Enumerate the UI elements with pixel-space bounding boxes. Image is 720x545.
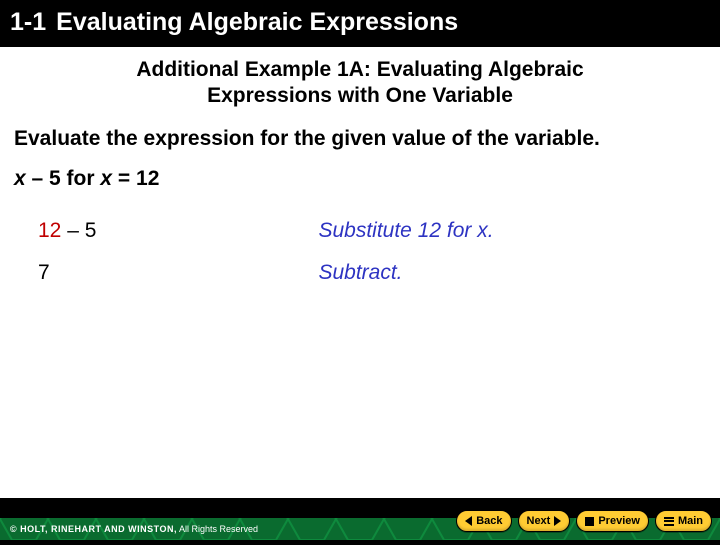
copyright-brand: © HOLT, RINEHART AND WINSTON, bbox=[10, 524, 177, 534]
step-explanation: Substitute 12 for x. bbox=[318, 215, 706, 257]
menu-icon bbox=[664, 517, 674, 526]
problem-statement: x – 5 for x = 12 bbox=[14, 167, 706, 191]
chevron-right-icon bbox=[554, 516, 561, 526]
next-button[interactable]: Next bbox=[518, 510, 571, 532]
problem-var-x1: x bbox=[14, 167, 26, 190]
slide-footer: © HOLT, RINEHART AND WINSTON, All Rights… bbox=[0, 498, 720, 540]
main-label: Main bbox=[678, 515, 703, 527]
chevron-left-icon bbox=[465, 516, 472, 526]
instruction-text: Evaluate the expression for the given va… bbox=[14, 126, 706, 151]
step-rest: – 5 bbox=[61, 219, 96, 242]
step-rest: 7 bbox=[38, 261, 50, 284]
main-button[interactable]: Main bbox=[655, 510, 712, 532]
copyright-rest: All Rights Reserved bbox=[177, 524, 258, 534]
step-expression: 12 – 5 bbox=[14, 215, 318, 257]
problem-text-suffix: = 12 bbox=[112, 167, 159, 190]
example-title-line1: Additional Example 1A: Evaluating Algebr… bbox=[136, 58, 583, 81]
example-title-line2: Expressions with One Variable bbox=[207, 84, 513, 107]
back-button[interactable]: Back bbox=[456, 510, 511, 532]
step-row: 12 – 5 Substitute 12 for x. bbox=[14, 215, 706, 257]
step-explanation: Subtract. bbox=[318, 257, 706, 299]
slide-header: 1-1 Evaluating Algebraic Expressions bbox=[0, 0, 720, 47]
solution-steps: 12 – 5 Substitute 12 for x. 7 Subtract. bbox=[14, 215, 706, 299]
copyright-text: © HOLT, RINEHART AND WINSTON, All Rights… bbox=[10, 524, 258, 534]
substituted-value: 12 bbox=[38, 219, 61, 242]
next-label: Next bbox=[527, 515, 551, 527]
back-label: Back bbox=[476, 515, 502, 527]
slide: 1-1 Evaluating Algebraic Expressions Addi… bbox=[0, 0, 720, 540]
step-row: 7 Subtract. bbox=[14, 257, 706, 299]
step-expression: 7 bbox=[14, 257, 318, 299]
preview-button[interactable]: Preview bbox=[576, 510, 649, 532]
section-number: 1-1 bbox=[10, 8, 46, 36]
header-title: Evaluating Algebraic Expressions bbox=[56, 8, 458, 36]
preview-label: Preview bbox=[598, 515, 640, 527]
square-icon bbox=[585, 517, 594, 526]
problem-text-mid: – 5 for bbox=[26, 167, 101, 190]
slide-content: Additional Example 1A: Evaluating Algebr… bbox=[0, 47, 720, 299]
example-title: Additional Example 1A: Evaluating Algebr… bbox=[14, 57, 706, 110]
problem-var-x2: x bbox=[100, 167, 112, 190]
nav-bar: Back Next Preview Main bbox=[456, 510, 712, 532]
